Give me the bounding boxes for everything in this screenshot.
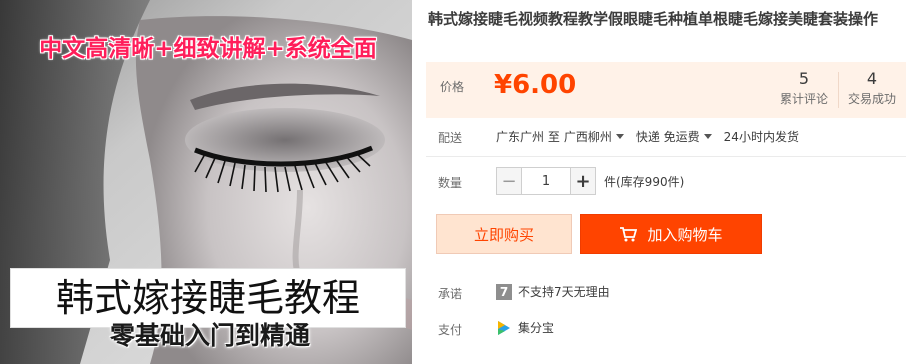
deals-count: 4 [866,69,878,88]
buy-now-label: 立即购买 [473,225,534,244]
promise-text: 不支持7天无理由 [518,285,610,299]
price-value: ¥6.00 [494,70,577,100]
buy-now-button[interactable]: 立即购买 [436,214,572,254]
price-label: 价格 [440,80,465,94]
shipping-origin: 广东广州 至 [496,130,560,144]
price-panel: 价格 ¥6.00 5 累计评论 4 交易成功 [426,62,906,118]
payment-label: 支付 [438,323,463,337]
promo-headline: 中文高清晰+细致讲解+系统全面 [39,36,377,62]
reviews-stat[interactable]: 5 累计评论 [772,68,836,108]
decrease-button[interactable]: − [496,167,522,195]
quantity-label: 数量 [438,176,463,190]
reviews-label: 累计评论 [779,92,828,106]
shipping-method: 快递 免运费 [635,130,700,144]
banner-subtitle: 零基础入门到精通 [109,321,310,350]
stat-divider [838,72,839,108]
section-divider [426,156,906,157]
plus-icon: + [575,170,591,192]
quantity-input[interactable] [522,167,570,195]
shipping-row: 广东广州 至 广西柳州 快递 免运费 24小时内发货 [496,128,803,145]
product-title: 韩式嫁接睫毛视频教程教学假眼睫毛种植单根睫毛嫁接美睫套装操作 [428,10,879,28]
add-to-cart-button[interactable]: 加入购物车 [580,214,762,254]
stock-info: 件(库存990件) [604,174,685,189]
banner-title: 韩式嫁接睫毛教程 [55,276,360,320]
cart-icon [619,226,638,242]
seven-day-icon: 7 [496,283,512,300]
increase-button[interactable]: + [570,167,596,195]
payment-row[interactable]: 集分宝 [496,319,554,336]
add-to-cart-label: 加入购物车 [647,225,723,244]
quantity-stepper: − + 件(库存990件) [496,166,684,196]
payment-method: 集分宝 [518,321,555,335]
reviews-count: 5 [798,69,810,88]
shipping-method-select[interactable]: 快递 免运费 [636,128,724,145]
shipping-destination: 广西柳州 [563,130,612,144]
deals-label: 交易成功 [847,92,896,106]
product-image[interactable]: 中文高清晰+细致讲解+系统全面 韩式嫁接睫毛教程 零基础入门到精通 [0,0,412,364]
shipping-label: 配送 [438,131,463,145]
promise-label: 承诺 [438,287,463,301]
dispatch-time: 24小时内发货 [723,130,799,144]
deals-stat[interactable]: 4 交易成功 [840,68,904,108]
jifenbao-icon [496,320,512,336]
destination-select[interactable]: 广西柳州 [564,128,636,145]
promise-row[interactable]: 7 不支持7天无理由 [496,283,610,300]
chevron-down-icon [615,134,624,139]
minus-icon: − [501,170,517,192]
chevron-down-icon [703,134,712,139]
product-info-panel: 韩式嫁接睫毛视频教程教学假眼睫毛种植单根睫毛嫁接美睫套装操作 价格 ¥6.00 … [426,0,922,364]
